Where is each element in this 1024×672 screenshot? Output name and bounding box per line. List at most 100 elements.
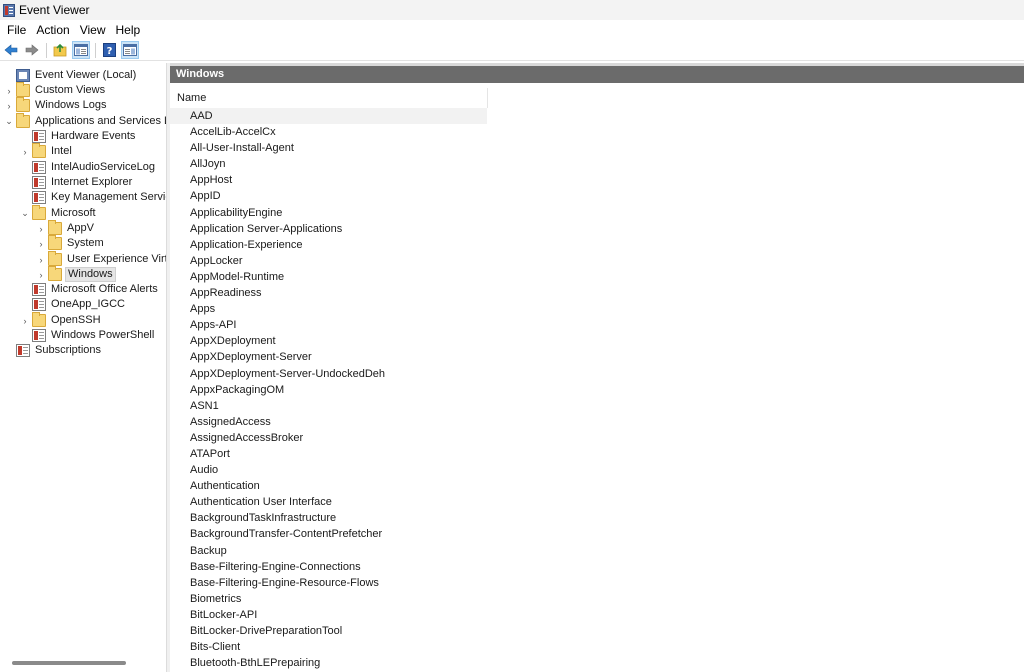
log-icon [32, 161, 46, 174]
menu-bar: File Action View Help [0, 20, 1024, 40]
content-list: AAD AccelLib-AccelCx All-User-Install-Agen… [170, 108, 1024, 672]
chevron-right-icon[interactable]: › [20, 313, 30, 328]
tree-item-label: System [67, 237, 104, 249]
list-item[interactable]: BitLocker-DrivePreparationTool [170, 623, 1024, 639]
tree-item[interactable]: ⌄ Applications and Services Logs [4, 113, 166, 129]
tree-item[interactable]: › AppV [36, 220, 96, 236]
tree-item[interactable]: IntelAudioServiceLog [20, 160, 157, 175]
tree-item[interactable]: › Windows [36, 266, 116, 282]
list-item[interactable]: BitLocker-API [170, 607, 1024, 623]
column-header-name[interactable]: Name [170, 88, 488, 108]
help-icon[interactable]: ? [100, 41, 118, 59]
chevron-right-icon[interactable]: › [36, 267, 46, 282]
folder-icon [48, 251, 62, 266]
log-icon [32, 283, 46, 296]
list-item[interactable]: AppXDeployment-Server-UndockedDeh [170, 366, 1024, 382]
tree-item-label: IntelAudioServiceLog [51, 161, 155, 173]
list-item[interactable]: BackgroundTransfer-ContentPrefetcher [170, 526, 1024, 542]
tree-item[interactable]: › Custom Views [4, 82, 107, 98]
tree-item-label: Event Viewer (Local) [35, 69, 137, 81]
list-item[interactable]: Bluetooth-BthLEPrepairing [170, 655, 1024, 671]
chevron-down-icon[interactable]: ⌄ [20, 206, 30, 221]
list-item[interactable]: AppModel-Runtime [170, 269, 1024, 285]
list-item[interactable]: ASN1 [170, 398, 1024, 414]
console-tree[interactable]: Event Viewer (Local) › Custom Views › Window… [0, 63, 166, 672]
folder-icon [16, 97, 30, 112]
list-item[interactable]: AppxPackagingOM [170, 382, 1024, 398]
tree-item-label: Applications and Services Logs [35, 115, 166, 127]
list-item[interactable]: Application-Experience [170, 237, 1024, 253]
list-item[interactable]: AppReadiness [170, 285, 1024, 301]
menu-action[interactable]: Action [31, 20, 74, 40]
toolbar-separator [95, 42, 96, 58]
up-folder-icon[interactable] [51, 41, 69, 59]
tree-item[interactable]: Key Management Service [20, 190, 166, 205]
show-hide-action-pane-icon[interactable] [121, 41, 139, 59]
tree-item[interactable]: Hardware Events [20, 129, 137, 144]
tree-item[interactable]: › Intel [20, 143, 74, 159]
tree-item[interactable]: Windows PowerShell [20, 328, 156, 343]
back-arrow-icon[interactable] [2, 41, 20, 59]
list-item[interactable]: Backup [170, 543, 1024, 559]
tree-item[interactable]: › System [36, 235, 106, 251]
list-item[interactable]: Bits-Client [170, 639, 1024, 655]
chevron-right-icon[interactable]: › [36, 236, 46, 251]
tree-item[interactable]: › User Experience Virtualization [36, 251, 166, 267]
list-item[interactable]: AAD [170, 108, 487, 125]
log-icon [32, 298, 46, 311]
tree-item-label: Windows PowerShell [51, 329, 155, 341]
list-item[interactable]: Base-Filtering-Engine-Connections [170, 559, 1024, 575]
tree-item[interactable]: ⌄ Microsoft [20, 205, 98, 221]
tree-item[interactable]: Subscriptions [4, 343, 103, 358]
forward-arrow-icon[interactable] [23, 41, 41, 59]
list-item[interactable]: Authentication [170, 478, 1024, 494]
chevron-right-icon[interactable]: › [4, 83, 14, 98]
list-item[interactable]: Apps [170, 301, 1024, 317]
list-item[interactable]: All-User-Install-Agent [170, 140, 1024, 156]
tree-item-label: Microsoft Office Alerts [51, 283, 158, 295]
list-item[interactable]: AppLocker [170, 253, 1024, 269]
menu-help[interactable]: Help [111, 20, 146, 40]
list-item[interactable]: AssignedAccessBroker [170, 430, 1024, 446]
chevron-down-icon[interactable]: ⌄ [4, 114, 14, 129]
list-item[interactable]: ApplicabilityEngine [170, 205, 1024, 221]
chevron-right-icon[interactable]: › [36, 221, 46, 236]
chevron-right-icon[interactable]: › [20, 144, 30, 159]
list-item[interactable]: AppXDeployment [170, 333, 1024, 349]
list-item[interactable]: Authentication User Interface [170, 494, 1024, 510]
tree-item[interactable]: › OpenSSH [20, 312, 103, 328]
menu-file[interactable]: File [2, 20, 31, 40]
list-item[interactable]: Base-Filtering-Engine-Resource-Flows [170, 575, 1024, 591]
tree-horizontal-scrollbar[interactable] [12, 661, 126, 665]
list-item[interactable]: BackgroundTaskInfrastructure [170, 510, 1024, 526]
list-item[interactable]: Application Server-Applications [170, 221, 1024, 237]
tree-item[interactable]: Microsoft Office Alerts [20, 282, 160, 297]
toolbar: ? [0, 40, 1024, 61]
chevron-right-icon[interactable]: › [4, 98, 14, 113]
show-hide-tree-icon[interactable] [72, 41, 90, 59]
list-item[interactable]: Biometrics [170, 591, 1024, 607]
list-item[interactable]: Apps-API [170, 317, 1024, 333]
list-item[interactable]: AppXDeployment-Server [170, 349, 1024, 365]
list-item[interactable]: AppID [170, 188, 1024, 204]
tree-item[interactable]: Internet Explorer [20, 175, 134, 190]
tree-item-label: Windows [65, 267, 116, 282]
tree-item[interactable]: OneApp_IGCC [20, 297, 127, 312]
menu-view[interactable]: View [75, 20, 111, 40]
list-item[interactable]: AssignedAccess [170, 414, 1024, 430]
tree-item[interactable]: Event Viewer (Local) [4, 68, 138, 83]
chevron-right-icon[interactable]: › [36, 252, 46, 267]
list-item[interactable]: ATAPort [170, 446, 1024, 462]
tree-item-label: AppV [67, 222, 94, 234]
log-icon [32, 329, 46, 342]
tree-item-label: Hardware Events [51, 130, 136, 142]
list-item[interactable]: AllJoyn [170, 156, 1024, 172]
list-item[interactable]: AppHost [170, 172, 1024, 188]
log-icon [32, 176, 46, 189]
list-item[interactable]: Audio [170, 462, 1024, 478]
tree-item[interactable]: › Windows Logs [4, 97, 109, 113]
list-item[interactable]: AccelLib-AccelCx [170, 124, 1024, 140]
